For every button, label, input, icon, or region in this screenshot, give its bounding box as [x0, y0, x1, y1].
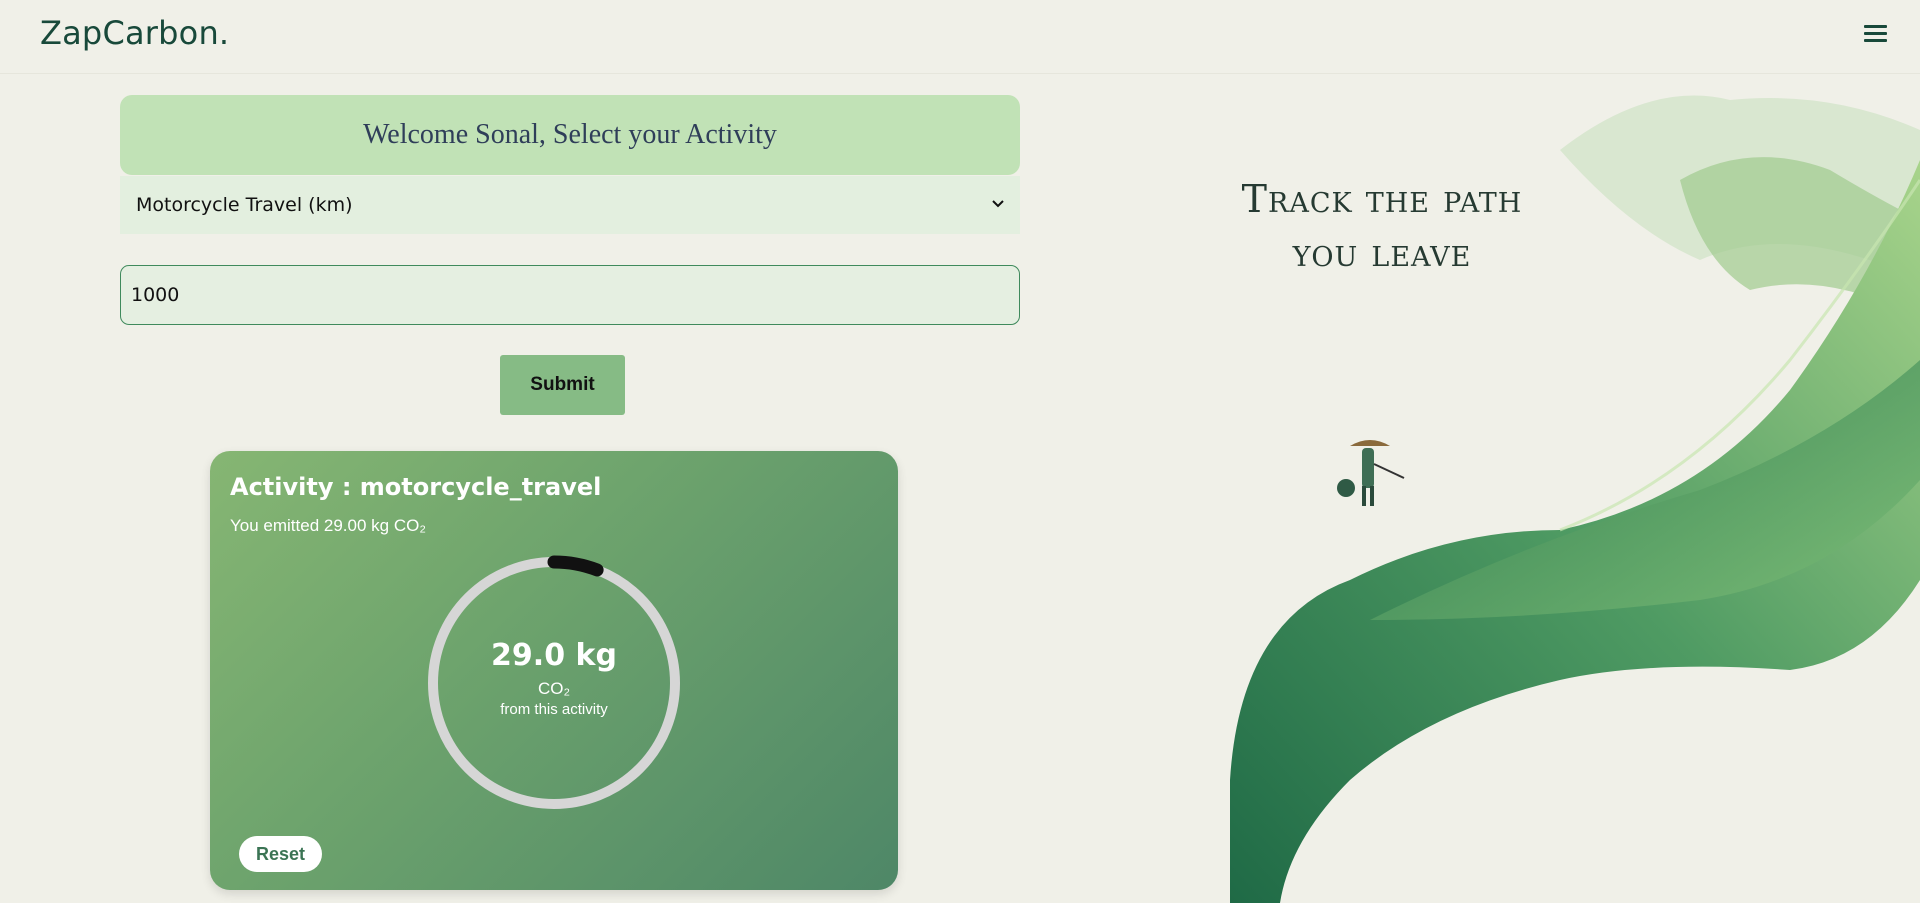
- result-subtitle: You emitted 29.00 kg CO₂: [230, 516, 426, 535]
- quantity-input[interactable]: [120, 265, 1020, 325]
- chevron-down-icon: [992, 200, 1004, 208]
- gauge-value: 29.0 kg: [491, 638, 617, 673]
- result-title: Activity : motorcycle_travel: [230, 473, 602, 501]
- reset-button[interactable]: Reset: [239, 836, 322, 872]
- gauge-unit: CO₂: [537, 679, 571, 698]
- welcome-banner: Welcome Sonal, Select your Activity: [120, 95, 1020, 175]
- traveler-figure: [1337, 440, 1405, 506]
- activity-select[interactable]: Motorcycle Travel (km): [120, 176, 1020, 234]
- gauge-center: 29.0 kg CO₂ from this activity: [426, 555, 682, 811]
- gauge-caption: from this activity: [500, 701, 608, 718]
- hero-headline: Track the path you leave: [1241, 177, 1523, 275]
- hamburger-icon[interactable]: [1862, 22, 1890, 48]
- activity-select-value: Motorcycle Travel (km): [136, 194, 353, 216]
- brand-logo[interactable]: ZapCarbon.: [40, 14, 229, 52]
- submit-button[interactable]: Submit: [500, 355, 625, 415]
- result-card: Activity : motorcycle_travel You emitted…: [210, 451, 898, 890]
